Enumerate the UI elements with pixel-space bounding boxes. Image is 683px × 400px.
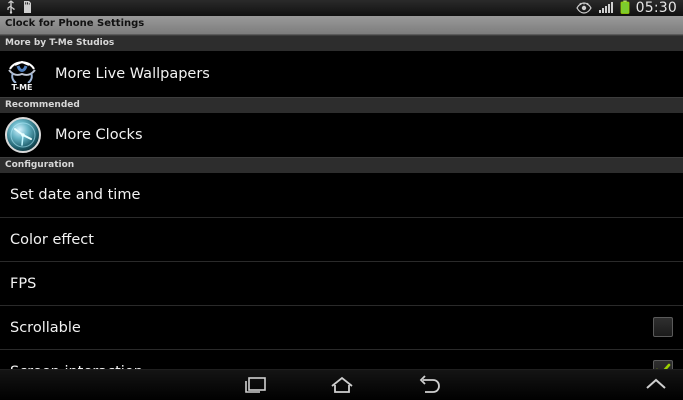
section-header-label: More by T-Me Studios <box>5 38 115 48</box>
battery-icon <box>620 0 630 18</box>
menu-button[interactable] <box>636 374 676 398</box>
home-button[interactable] <box>322 374 362 398</box>
pref-set-date-and-time[interactable]: Set date and time <box>0 173 683 217</box>
recent-apps-button[interactable] <box>235 374 275 398</box>
pref-scrollable[interactable]: Scrollable <box>0 306 683 349</box>
home-icon <box>327 374 357 398</box>
pref-title: More Live Wallpapers <box>55 66 210 82</box>
status-time: 05:30 <box>635 0 677 16</box>
title-bar: Clock for Phone Settings <box>0 16 683 35</box>
pref-title: Color effect <box>10 231 94 248</box>
svg-text:T-ME: T-ME <box>11 83 32 92</box>
signal-icon <box>598 0 614 18</box>
recent-apps-icon <box>240 374 270 398</box>
app-title: Clock for Phone Settings <box>5 18 145 29</box>
pref-title: Set date and time <box>10 187 141 203</box>
pref-title: More Clocks <box>55 127 143 143</box>
status-bar: 05:30 <box>0 0 683 16</box>
pref-title: Scrollable <box>10 319 81 336</box>
eye-icon <box>575 0 592 18</box>
clock-app-icon <box>4 116 42 154</box>
pref-color-effect[interactable]: Color effect <box>0 218 683 261</box>
sd-card-icon <box>22 0 32 18</box>
settings-screen: 05:30 Clock for Phone Settings More by T… <box>0 0 683 400</box>
pref-title: FPS <box>10 275 37 292</box>
navigation-bar <box>0 369 683 400</box>
section-header-label: Configuration <box>5 160 75 170</box>
pref-more-live-wallpapers[interactable]: T-ME More Live Wallpapers <box>0 51 683 97</box>
pref-fps[interactable]: FPS <box>0 262 683 305</box>
back-button[interactable] <box>408 374 448 398</box>
usb-icon <box>6 0 16 18</box>
chevron-up-icon <box>641 374 671 398</box>
status-right: 05:30 <box>575 0 677 18</box>
status-left <box>6 0 32 18</box>
t-me-logo-icon: T-ME <box>3 55 41 93</box>
pref-more-clocks[interactable]: More Clocks <box>0 113 683 157</box>
back-icon <box>413 374 443 398</box>
scrollable-checkbox[interactable] <box>653 317 673 337</box>
section-header-label: Recommended <box>5 100 80 110</box>
